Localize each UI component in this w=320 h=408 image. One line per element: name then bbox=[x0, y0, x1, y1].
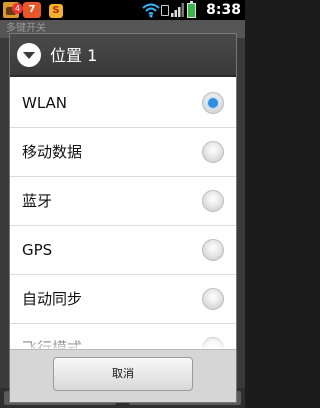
cancel-button[interactable]: 取消 bbox=[53, 357, 193, 391]
option-label: GPS bbox=[22, 241, 53, 259]
radio-button[interactable] bbox=[202, 239, 224, 261]
app-notification-icon-2: 7 bbox=[23, 2, 41, 18]
option-label: 自动同步 bbox=[22, 290, 83, 308]
option-row-bluetooth[interactable]: 蓝牙 bbox=[10, 177, 236, 226]
option-row-gps[interactable]: GPS bbox=[10, 226, 236, 275]
option-row-mobile-data[interactable]: 移动数据 bbox=[10, 128, 236, 177]
dropdown-arrow-icon bbox=[17, 43, 41, 67]
option-row-auto-sync[interactable]: 自动同步 bbox=[10, 275, 236, 324]
location-option-dialog: 位置 1 WLAN 移动数据 蓝牙 GPS 自动同步 飞行模式 取消 bbox=[9, 33, 237, 403]
battery-icon bbox=[187, 1, 196, 18]
dialog-title: 位置 1 bbox=[50, 46, 98, 65]
signal-strength-icon bbox=[171, 3, 184, 17]
status-bar: 4 7 S 8:38 bbox=[0, 0, 245, 20]
sim-card-icon bbox=[161, 5, 169, 16]
option-label: WLAN bbox=[22, 94, 68, 112]
radio-button[interactable] bbox=[202, 141, 224, 163]
notification-count-badge: 4 bbox=[12, 3, 23, 14]
option-label: 移动数据 bbox=[22, 143, 83, 161]
status-time: 8:38 bbox=[206, 2, 241, 18]
wifi-icon bbox=[142, 3, 160, 18]
option-list[interactable]: WLAN 移动数据 蓝牙 GPS 自动同步 飞行模式 bbox=[10, 79, 236, 351]
radio-button[interactable] bbox=[202, 190, 224, 212]
radio-button[interactable] bbox=[202, 288, 224, 310]
dialog-header: 位置 1 bbox=[10, 34, 236, 77]
app-notification-icon-3: S bbox=[49, 4, 63, 18]
dialog-footer: 取消 bbox=[10, 349, 236, 402]
option-label: 蓝牙 bbox=[22, 192, 53, 210]
option-row-wlan[interactable]: WLAN bbox=[10, 79, 236, 128]
radio-button-selected[interactable] bbox=[202, 92, 224, 114]
